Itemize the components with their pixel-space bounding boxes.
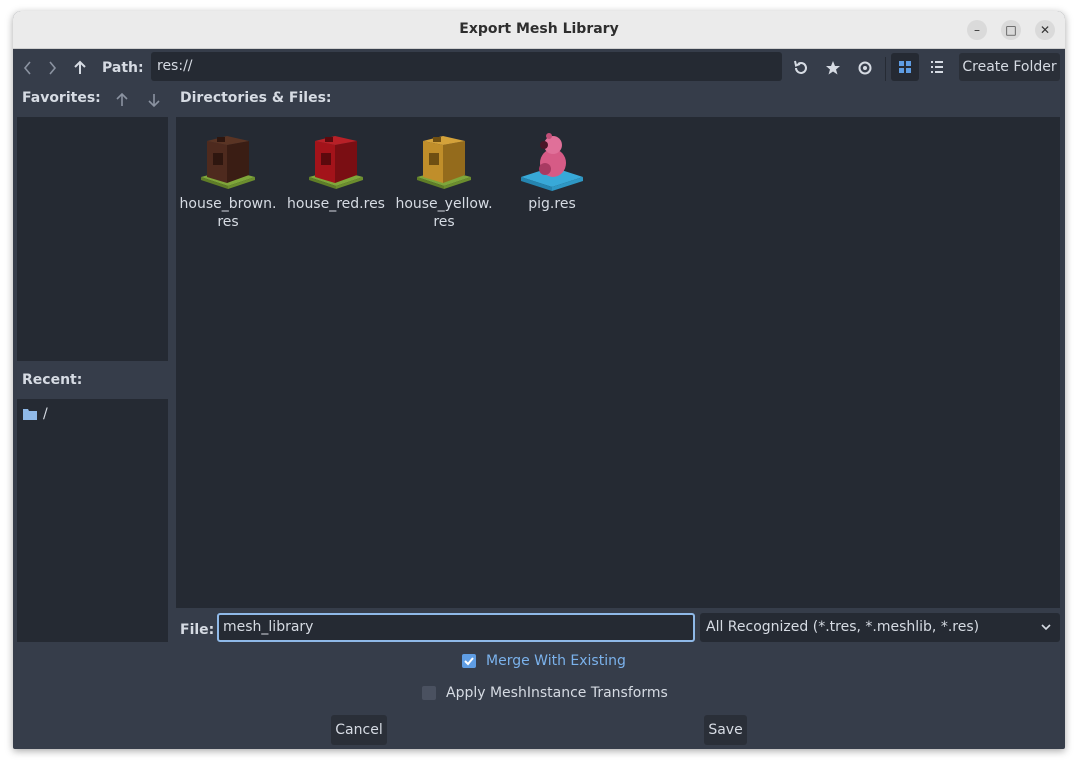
favorite-move-up-button[interactable] [110, 88, 134, 112]
star-icon [826, 61, 840, 75]
toggle-hidden-button[interactable] [853, 56, 877, 80]
pig-thumbnail-icon [521, 133, 583, 191]
recent-item-label: / [43, 406, 48, 422]
file-filter-select[interactable]: All Recognized (*.tres, *.meshlib, *.res… [700, 613, 1060, 642]
file-name: house_red.res [287, 196, 385, 212]
file-name: house_brown. res [179, 196, 277, 230]
favorite-button[interactable] [821, 56, 845, 80]
path-toolbar: Path: res:// Create Folder [13, 49, 1065, 85]
file-item[interactable]: house_red.res [284, 129, 388, 213]
files-grid[interactable]: house_brown. res house_red.res house_yel… [176, 117, 1060, 608]
house-brown-thumbnail-icon [201, 136, 255, 189]
save-button[interactable]: Save [704, 715, 747, 745]
file-name: pig.res [528, 196, 576, 212]
file-name: house_yellow. res [395, 196, 493, 230]
file-label: File: [180, 622, 215, 638]
file-item[interactable]: house_yellow. res [392, 129, 496, 231]
apply-transforms-option[interactable]: Apply MeshInstance Transforms [422, 683, 668, 703]
forward-button[interactable] [40, 56, 64, 80]
grid-view-button[interactable] [891, 53, 919, 81]
arrow-down-icon [148, 94, 160, 108]
file-item[interactable]: house_brown. res [176, 129, 280, 231]
checkmark-icon [464, 657, 474, 666]
refresh-button[interactable] [789, 56, 813, 80]
close-icon: ✕ [1039, 23, 1051, 37]
chevron-right-icon [49, 61, 57, 75]
file-item[interactable]: pig.res [500, 129, 604, 213]
window-title: Export Mesh Library [459, 21, 619, 37]
arrow-up-icon [74, 60, 86, 74]
house-yellow-thumbnail-icon [417, 136, 471, 189]
title-bar: Export Mesh Library – □ ✕ [13, 11, 1065, 49]
go-up-button[interactable] [68, 56, 92, 80]
merge-with-existing-option[interactable]: Merge With Existing [462, 651, 632, 671]
close-button[interactable]: ✕ [1035, 20, 1055, 40]
minimize-icon: – [974, 23, 980, 37]
maximize-button[interactable]: □ [1001, 20, 1021, 40]
favorites-label: Favorites: [22, 90, 101, 106]
file-name-input[interactable]: mesh_library [217, 613, 695, 642]
file-filter-value: All Recognized (*.tres, *.meshlib, *.res… [706, 619, 980, 635]
favorites-list[interactable] [17, 117, 168, 361]
path-label: Path: [102, 60, 144, 76]
chevron-down-icon [1041, 624, 1051, 631]
minimize-button[interactable]: – [967, 20, 987, 40]
house-red-thumbnail-icon [309, 136, 363, 189]
cancel-button[interactable]: Cancel [331, 715, 387, 745]
apply-transforms-label: Apply MeshInstance Transforms [446, 685, 668, 701]
maximize-icon: □ [1005, 23, 1017, 37]
files-label: Directories & Files: [180, 90, 332, 106]
merge-label: Merge With Existing [486, 653, 626, 669]
export-mesh-library-dialog: Export Mesh Library – □ ✕ Path: res:// C… [13, 11, 1065, 749]
apply-transforms-checkbox[interactable] [422, 686, 436, 700]
eye-icon [858, 61, 872, 75]
toolbar-separator [885, 57, 886, 81]
chevron-left-icon [23, 61, 31, 75]
favorite-move-down-button[interactable] [142, 88, 166, 112]
back-button[interactable] [16, 56, 40, 80]
merge-checkbox[interactable] [462, 654, 476, 668]
grid-view-icon [899, 61, 911, 73]
list-view-icon [931, 61, 943, 73]
path-input[interactable]: res:// [151, 52, 782, 81]
recent-list[interactable]: / [17, 399, 168, 642]
recent-label: Recent: [22, 372, 83, 388]
refresh-icon [794, 60, 807, 74]
folder-icon [23, 409, 37, 420]
create-folder-button[interactable]: Create Folder [959, 53, 1060, 81]
list-view-button[interactable] [923, 53, 951, 81]
arrow-up-icon [116, 92, 128, 106]
